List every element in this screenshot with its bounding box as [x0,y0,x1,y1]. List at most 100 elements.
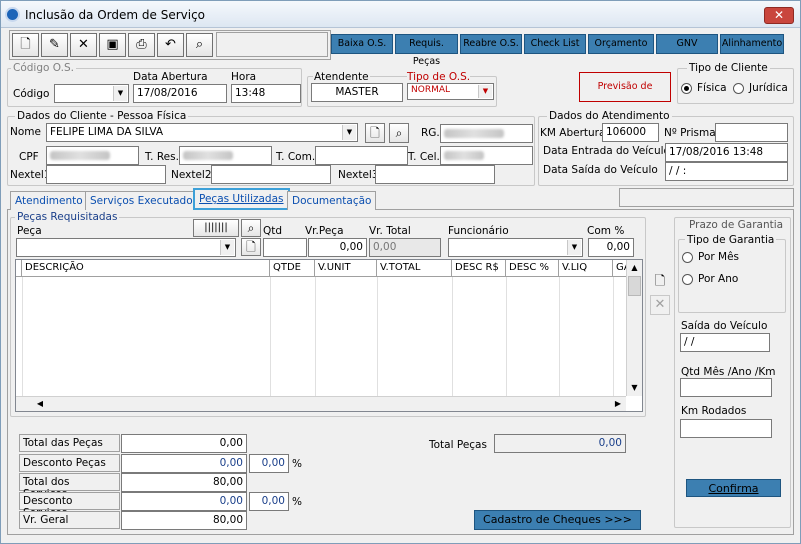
nextel3-field[interactable] [375,165,495,184]
tipo-os-label: Tipo de O.S. [407,71,471,83]
saida-veiculo-field[interactable]: / / [680,333,770,352]
scroll-up-icon[interactable]: ▲ [627,260,642,275]
tipo-os-value: NORMAL [411,85,451,95]
grid-line [613,277,614,397]
km-rodados-field[interactable] [680,419,772,438]
desconto-servicos-pct-field[interactable]: 0,00 [249,492,289,511]
km-abertura-field[interactable]: 106000 [602,123,659,142]
col-desc-rs[interactable]: DESC R$ [452,260,506,277]
redacted-value [444,129,504,138]
total-servicos-label: Total dos Serviços [19,473,120,500]
vr-peca-field[interactable]: 0,00 [308,238,367,257]
rg-field[interactable] [440,124,533,143]
peca-label: Peça [17,225,42,237]
qtd-mes-ano-km-field[interactable] [680,378,772,397]
nome-dropdown[interactable]: FELIPE LIMA DA SILVA ▼ [46,123,358,142]
check-list-button[interactable]: Check List [524,34,586,54]
delete-icon[interactable]: ✕ [70,33,97,57]
scroll-left-icon[interactable]: ◀ [32,397,48,411]
previsao-entrega-button[interactable]: Previsão de Entrega [579,72,671,120]
close-button[interactable]: ✕ [764,7,794,24]
entrada-field[interactable]: 17/08/2016 13:48 [665,143,788,162]
new-cliente-icon[interactable]: 🗋 [365,123,385,143]
save-icon[interactable]: ▣ [99,33,126,57]
radio-por-ano[interactable] [682,274,693,285]
scroll-thumb[interactable] [628,276,641,296]
col-ga[interactable]: GA [613,260,627,277]
nextel1-field[interactable] [46,165,166,184]
hora-field[interactable]: 13:48 [231,84,301,103]
grid-line [506,277,507,397]
tab-documentacao[interactable]: Documentação [287,191,377,210]
codigo-label: Código [13,88,50,100]
tipo-os-dropdown[interactable]: NORMAL ▼ [407,83,494,100]
scroll-right-icon[interactable]: ▶ [610,397,626,411]
tab-pecas-utilizadas[interactable]: Peças Utilizadas [193,188,290,210]
radio-juridica-label: Jurídica [749,82,788,94]
atendente-label: Atendente [313,71,370,83]
nextel2-field[interactable] [211,165,331,184]
vertical-scrollbar[interactable]: ▲ ▼ [626,260,642,396]
pecas-grid[interactable]: DESCRIÇÃO QTDE V.UNIT V.TOTAL DESC R$ DE… [15,259,643,412]
t-cel-field[interactable] [440,146,533,165]
barcode-icon[interactable]: ||||||| [193,219,239,237]
add-row-icon[interactable]: 🗋 [650,272,670,290]
confirma-button[interactable]: Confirma [686,479,781,497]
codigo-dropdown[interactable]: ▼ [54,84,129,103]
prisma-field[interactable] [715,123,788,142]
tab-atendimento[interactable]: Atendimento [10,191,88,210]
rg-label: RG. [421,127,440,139]
search-peca-icon[interactable]: ⌕ [241,219,261,237]
chevron-down-icon: ▼ [220,240,234,255]
new-peca-icon[interactable]: 🗋 [241,238,261,256]
search-icon[interactable]: ⌕ [186,33,213,57]
baixa-os-button[interactable]: Baixa O.S. [331,34,393,54]
data-abertura-field[interactable]: 17/08/2016 [133,84,227,103]
redacted-value [50,151,110,160]
atendente-field[interactable]: MASTER [311,83,403,102]
saida-field[interactable]: / / : [665,162,788,181]
requis-pecas-button[interactable]: Requis. Peças [395,34,458,67]
orcamento-button[interactable]: Orçamento [588,34,654,54]
pct-label: % [292,496,302,508]
desconto-servicos-field[interactable]: 0,00 [121,492,247,511]
com-field[interactable]: 0,00 [588,238,634,257]
alinhamento-button[interactable]: Alinhamento [720,34,784,54]
nextel2-label: Nextel2 [171,169,212,181]
col-v-liq[interactable]: V.LIQ [559,260,613,277]
gnv-button[interactable]: GNV [656,34,718,54]
grid-line [270,277,271,397]
t-com-field[interactable] [315,146,408,165]
qtd-field[interactable] [263,238,307,257]
print-icon[interactable]: ⎙ [128,33,155,57]
radio-por-mes[interactable] [682,252,693,263]
col-v-unit[interactable]: V.UNIT [315,260,377,277]
funcionario-dropdown[interactable]: ▼ [448,238,583,257]
radio-fisica[interactable] [681,83,692,94]
radio-juridica[interactable] [733,83,744,94]
app-icon [5,7,20,22]
desconto-pecas-pct-field[interactable]: 0,00 [249,454,289,473]
reabre-os-button[interactable]: Reabre O.S. [460,34,522,54]
new-icon[interactable]: 🗋 [12,33,39,57]
horizontal-scrollbar[interactable]: ◀ ▶ [16,396,626,411]
undo-icon[interactable]: ↶ [157,33,184,57]
col-qtde[interactable]: QTDE [270,260,315,277]
col-descricao[interactable]: DESCRIÇÃO [22,260,270,277]
funcionario-label: Funcionário [448,225,509,237]
tab-servicos-executados[interactable]: Serviços Executados [85,191,204,210]
garantia-group-title: Prazo de Garantia [687,219,786,231]
t-res-field[interactable] [179,146,272,165]
col-v-total[interactable]: V.TOTAL [377,260,452,277]
search-cliente-icon[interactable]: ⌕ [389,123,409,143]
desconto-pecas-field[interactable]: 0,00 [121,454,247,473]
peca-dropdown[interactable]: ▼ [16,238,236,257]
remove-row-icon[interactable]: ✕ [650,295,670,315]
scroll-down-icon[interactable]: ▼ [627,380,642,395]
radio-por-ano-label: Por Ano [698,273,739,285]
col-desc-pct[interactable]: DESC % [506,260,559,277]
cpf-field[interactable] [46,146,139,165]
total-servicos-field: 80,00 [121,473,247,492]
cadastro-cheques-button[interactable]: Cadastro de Cheques >>> [474,510,641,530]
edit-icon[interactable]: ✎ [41,33,68,57]
